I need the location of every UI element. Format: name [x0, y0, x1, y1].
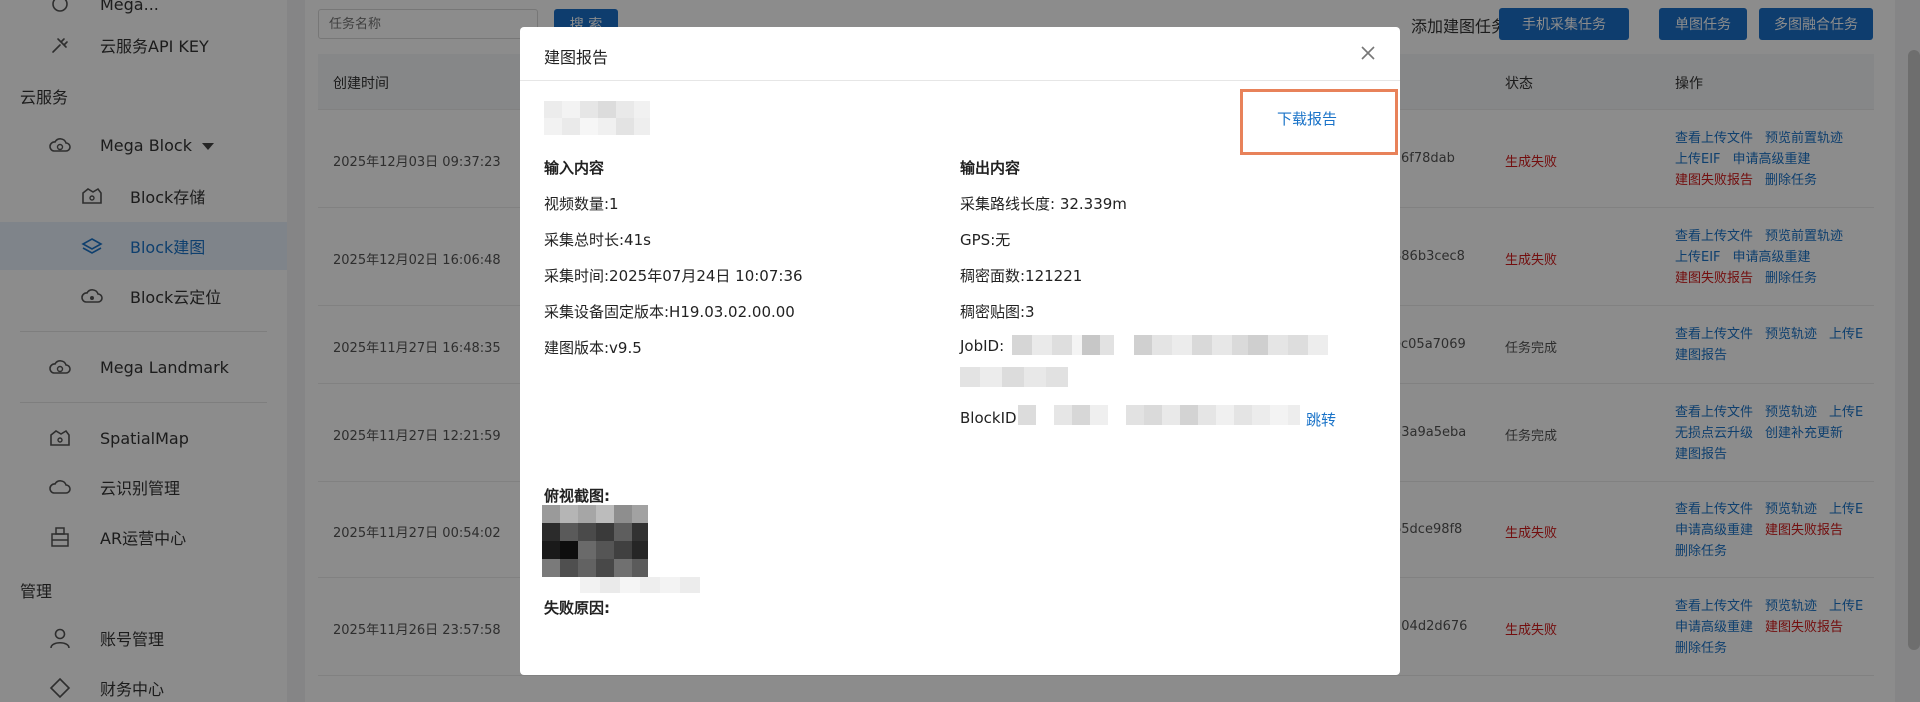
block-id-row: BlockID: — [960, 409, 1022, 427]
modal-title: 建图报告 — [544, 48, 609, 67]
input-section-title: 输入内容 — [544, 159, 605, 177]
modal-header: 建图报告 — [520, 27, 1400, 81]
capture-duration: 采集总时长:41s — [544, 231, 651, 249]
redacted-job-id — [1012, 335, 1348, 355]
jump-link[interactable]: 跳转 — [1306, 409, 1336, 430]
download-report-link[interactable]: 下载报告 — [1277, 108, 1337, 129]
redacted-caption — [580, 577, 700, 593]
video-count: 视频数量:1 — [544, 195, 619, 213]
dense-face-count: 稠密面数:121221 — [960, 267, 1083, 285]
capture-time: 采集时间:2025年07月24日 10:07:36 — [544, 267, 803, 285]
redacted-task-name — [544, 101, 650, 135]
job-id-label: JobID: — [960, 337, 1005, 355]
fail-reason-label: 失败原因: — [544, 599, 610, 617]
block-id-label: BlockID: — [960, 409, 1022, 427]
gps-status: GPS:无 — [960, 231, 1011, 249]
output-section-title: 输出内容 — [960, 159, 1021, 177]
device-firmware-version: 采集设备固定版本:H19.03.02.00.00 — [544, 303, 795, 321]
redacted-job-id-cont — [960, 367, 1068, 387]
close-icon[interactable] — [1358, 43, 1378, 63]
dense-texture-count: 稠密贴图:3 — [960, 303, 1035, 321]
redacted-block-id — [1018, 405, 1300, 425]
route-length: 采集路线长度: 32.339m — [960, 195, 1127, 213]
birdview-thumbnail — [542, 505, 648, 577]
build-version: 建图版本:v9.5 — [544, 339, 642, 357]
birdview-label: 俯视截图: — [544, 487, 610, 505]
